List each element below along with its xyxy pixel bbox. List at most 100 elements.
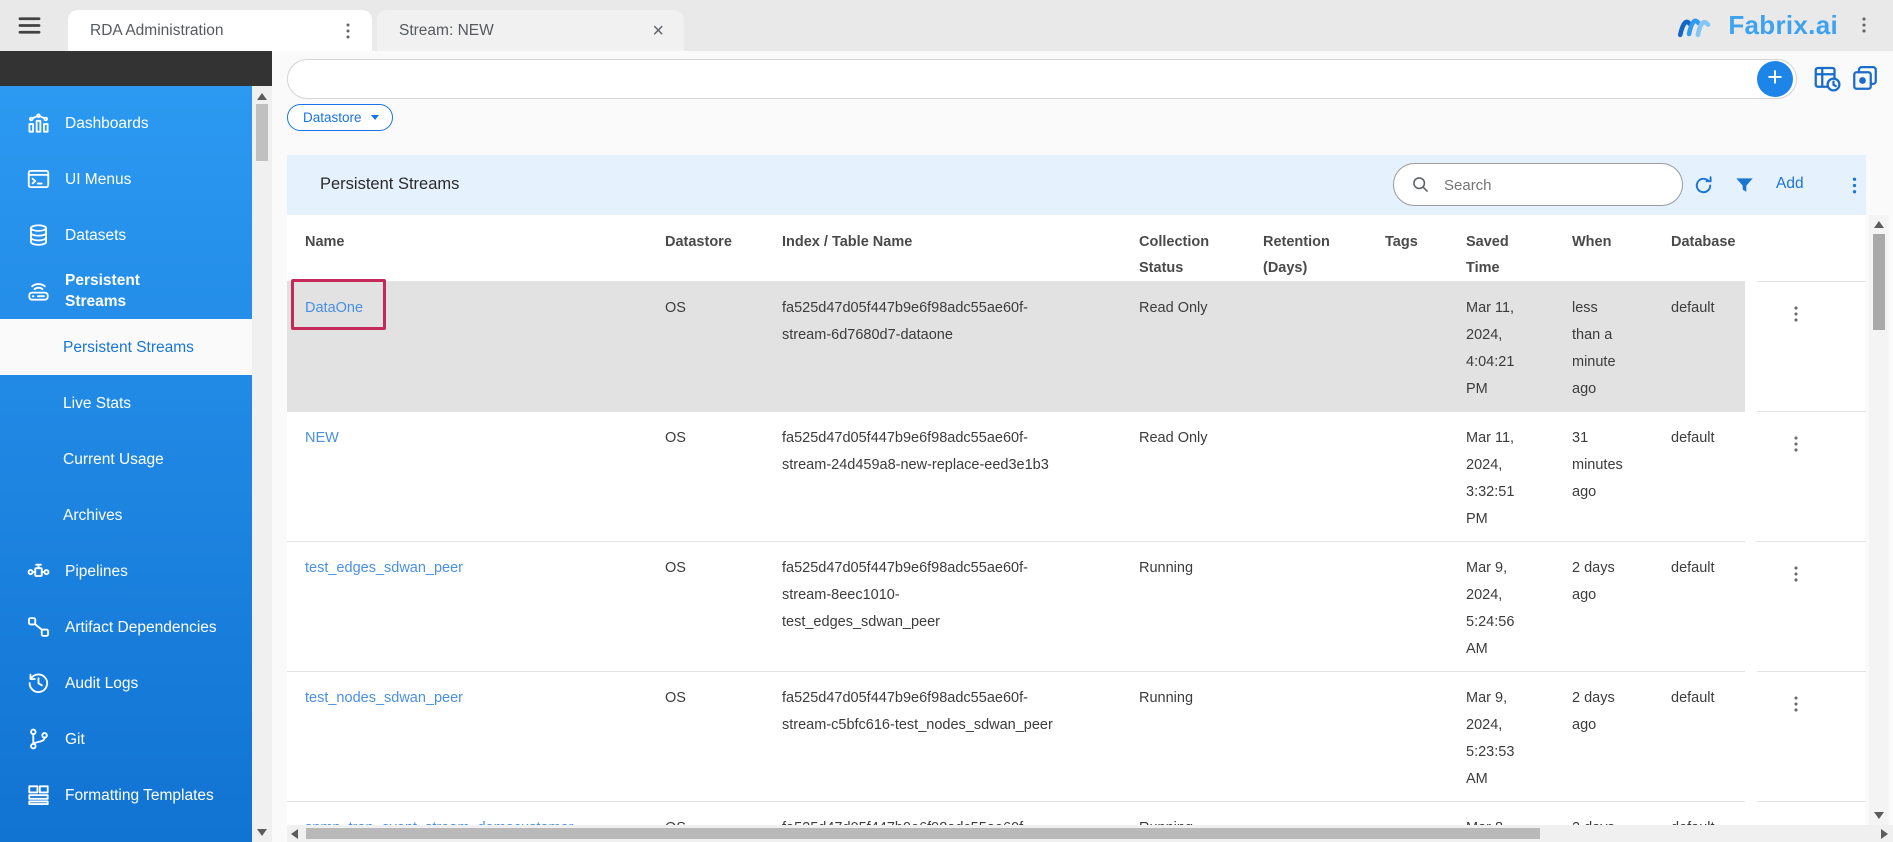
cell-saved-time: Mar 9, 2024, 5:23:53 AM	[1448, 672, 1554, 802]
sidebar-item-formatting-templates[interactable]: Formatting Templates	[0, 767, 252, 823]
database-icon	[25, 222, 52, 248]
table-history-icon[interactable]	[1812, 63, 1842, 93]
cell-tags	[1367, 412, 1448, 542]
row-actions-kebab-icon[interactable]	[1785, 303, 1807, 325]
sidebar-item-git[interactable]: Git	[0, 711, 252, 767]
cell-datastore: OS	[647, 412, 764, 542]
refresh-icon[interactable]	[1692, 174, 1715, 197]
add-widget-button[interactable]: +	[1757, 61, 1793, 97]
cell-retention-days	[1245, 672, 1367, 802]
window-icon	[25, 166, 52, 192]
hamburger-menu-icon[interactable]	[16, 12, 43, 39]
cell-gap	[1745, 412, 1757, 542]
sidebar-scroll-thumb[interactable]	[256, 104, 268, 161]
browser-tab-rda-administration[interactable]: RDA Administration	[68, 10, 372, 51]
sidebar-item-pipelines[interactable]: Pipelines	[0, 543, 252, 599]
sidebar-item-ui-menus[interactable]: UI Menus	[0, 151, 252, 207]
tab-close-icon[interactable]: ×	[652, 21, 664, 41]
cell-when: 2 days ago	[1554, 802, 1653, 826]
cell-database: default	[1653, 542, 1745, 672]
cell-database: default	[1653, 412, 1745, 542]
table-vertical-scrollbar[interactable]	[1869, 215, 1889, 825]
fabrix-wave-icon	[1674, 11, 1720, 41]
datastore-filter-chip[interactable]: Datastore	[287, 104, 393, 131]
cell-gap	[1745, 282, 1757, 412]
stream-name-link-dataone[interactable]: DataOne	[305, 300, 363, 316]
panel-title: Persistent Streams	[320, 175, 459, 194]
global-search-bar[interactable]	[287, 59, 1797, 99]
chevron-down-icon[interactable]	[220, 561, 240, 581]
browser-kebab-icon[interactable]	[1853, 14, 1875, 36]
stream-name-link-test-edges-sdwan-peer[interactable]: test_edges_sdwan_peer	[305, 560, 463, 576]
chevron-down-icon[interactable]	[220, 225, 240, 245]
cell-when: less than a minute ago	[1554, 282, 1653, 412]
chevron-down-icon[interactable]	[220, 113, 240, 133]
search-icon	[1410, 174, 1431, 195]
sidebar-item-live-stats-sub[interactable]: Live Stats	[0, 375, 252, 431]
browser-tab-stream-new[interactable]: Stream: NEW ×	[377, 10, 684, 51]
sidebar-item-current-usage-sub[interactable]: Current Usage	[0, 431, 252, 487]
sidebar-scrollbar[interactable]	[252, 51, 272, 842]
table-scroll-up-icon[interactable]	[1874, 221, 1884, 228]
cell-database: default	[1653, 802, 1745, 826]
sidebar-item-persistent-streams[interactable]: Persistent Streams	[0, 263, 252, 319]
scroll-left-icon[interactable]	[291, 829, 298, 839]
column-header-collection-status: Collection Status	[1121, 215, 1245, 282]
sidebar-item-persistent-streams-sub[interactable]: Persistent Streams	[0, 319, 252, 375]
cell-datastore: OS	[647, 282, 764, 412]
horizontal-scrollbar[interactable]	[287, 825, 1893, 842]
panel-kebab-icon[interactable]	[1843, 174, 1866, 197]
table-scroll-down-icon[interactable]	[1874, 812, 1884, 819]
tab-title: Stream: NEW	[377, 22, 652, 40]
sidebar-scroll-up-icon[interactable]	[257, 93, 267, 100]
chevron-up-icon[interactable]	[187, 281, 207, 301]
table-row-test-nodes-sdwan-peer[interactable]: test_nodes_sdwan_peer OS fa525d47d05f447…	[287, 672, 1866, 802]
table-scroll-thumb[interactable]	[1873, 234, 1885, 330]
chevron-down-icon	[371, 115, 379, 120]
row-actions-kebab-icon[interactable]	[1785, 693, 1807, 715]
chip-label: Datastore	[303, 110, 362, 125]
cell-gap	[1745, 542, 1757, 672]
sidebar-item-dashboards[interactable]: Dashboards	[0, 95, 252, 151]
row-actions-kebab-icon[interactable]	[1785, 563, 1807, 585]
sidebar-scroll-down-icon[interactable]	[257, 829, 267, 836]
cell-tags	[1367, 802, 1448, 826]
scroll-right-icon[interactable]	[1881, 829, 1888, 839]
cell-when: 2 days ago	[1554, 542, 1653, 672]
table-row-snmp-trap-event-stream-democustomer-2[interactable]: snmp_trap_event_stream_democustomer-2 OS…	[287, 802, 1866, 826]
filter-icon[interactable]	[1733, 174, 1756, 197]
table-row-new[interactable]: NEW OS fa525d47d05f447b9e6f98adc55ae60f-…	[287, 412, 1866, 542]
cell-tags	[1367, 542, 1448, 672]
cell-index-table-name: fa525d47d05f447b9e6f98adc55ae60f-stream-…	[764, 802, 1121, 826]
sidebar-item-datasets[interactable]: Datasets	[0, 207, 252, 263]
table-row-dataone[interactable]: DataOne OS fa525d47d05f447b9e6f98adc55ae…	[287, 282, 1866, 412]
sidebar-item-archives-sub[interactable]: Archives	[0, 487, 252, 543]
stream-icon	[25, 278, 52, 304]
add-stream-button[interactable]: Add	[1776, 175, 1804, 193]
copy-save-icon[interactable]	[1850, 63, 1880, 93]
cell-index-table-name: fa525d47d05f447b9e6f98adc55ae60f-stream-…	[764, 282, 1121, 412]
global-search-input[interactable]	[308, 60, 1893, 100]
table-search-input[interactable]	[1442, 165, 1671, 206]
table-body: DataOne OS fa525d47d05f447b9e6f98adc55ae…	[287, 282, 1866, 826]
cell-collection-status: Read Only	[1121, 282, 1245, 412]
cell-datastore: OS	[647, 802, 764, 826]
stream-name-link-new[interactable]: NEW	[305, 430, 339, 446]
chevron-down-icon[interactable]	[220, 729, 240, 749]
cell-index-table-name: fa525d47d05f447b9e6f98adc55ae60f-stream-…	[764, 672, 1121, 802]
table-search-box[interactable]	[1393, 163, 1683, 206]
tab-title: RDA Administration	[68, 22, 336, 40]
table-row-test-edges-sdwan-peer[interactable]: test_edges_sdwan_peer OS fa525d47d05f447…	[287, 542, 1866, 672]
browser-topbar: RDA Administration Stream: NEW × Fabrix.…	[0, 0, 1893, 51]
stream-name-link-test-nodes-sdwan-peer[interactable]: test_nodes_sdwan_peer	[305, 690, 463, 706]
sidebar-item-artifact-dependencies[interactable]: Artifact Dependencies	[0, 599, 252, 655]
row-actions-kebab-icon[interactable]	[1785, 433, 1807, 455]
sidebar-item-audit-logs[interactable]: Audit Logs	[0, 655, 252, 711]
column-header-datastore: Datastore	[647, 215, 764, 282]
history-icon	[25, 670, 52, 696]
cell-datastore: OS	[647, 542, 764, 672]
pipeline-icon	[25, 558, 52, 584]
tab-kebab-icon[interactable]	[336, 19, 360, 43]
horizontal-scroll-thumb[interactable]	[306, 828, 1540, 839]
template-icon	[25, 782, 52, 808]
